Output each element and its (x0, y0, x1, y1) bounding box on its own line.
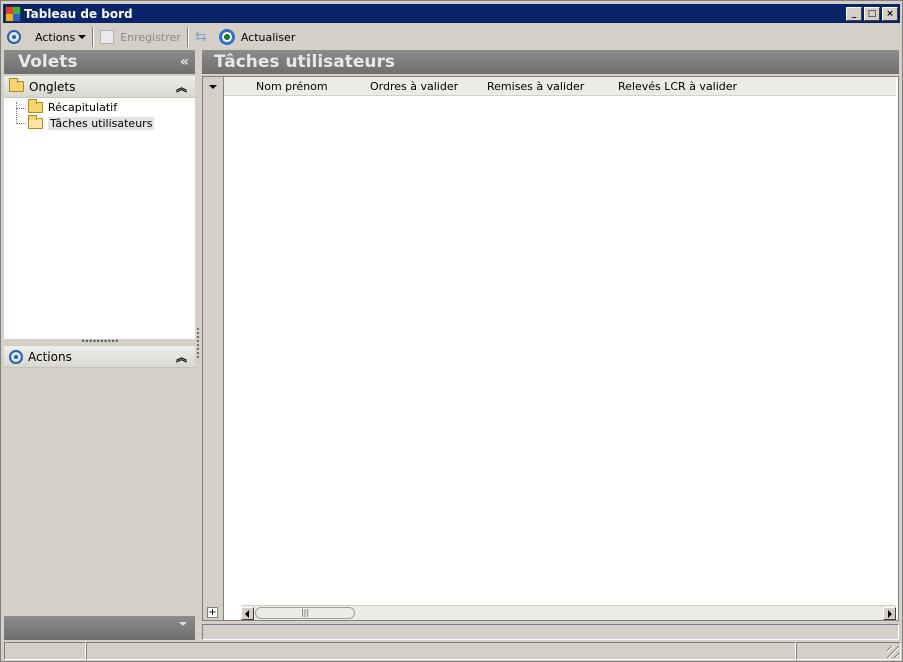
tabs-section-header[interactable]: Onglets ︽ (4, 76, 195, 98)
main-pane: Tâches utilisateurs + Nom prénom Ordres … (202, 50, 899, 640)
column-header-lcr-statements[interactable]: Relevés LCR à valider (618, 80, 737, 93)
tree-item-recapitulatif[interactable]: Récapitulatif (28, 99, 118, 115)
scroll-right-button[interactable] (883, 607, 896, 620)
refresh-button-label: Actualiser (240, 30, 296, 44)
main-pane-header: Tâches utilisateurs (202, 50, 899, 74)
tree-item-label: Récapitulatif (48, 101, 118, 114)
scroll-thumb[interactable]: ||| (255, 607, 355, 619)
window-title: Tableau de bord (24, 6, 133, 21)
main-pane-title: Tâches utilisateurs (214, 52, 396, 72)
column-chooser-icon[interactable] (209, 85, 217, 89)
refresh-button[interactable]: Actualiser (215, 26, 300, 48)
open-folder-icon (28, 115, 43, 129)
tree-item-taches-utilisateurs[interactable]: Tâches utilisateurs (28, 115, 155, 131)
splitter-grip (197, 328, 199, 358)
tabs-tree: Récapitulatif Tâches utilisateurs (4, 98, 195, 339)
scroll-left-button[interactable] (241, 607, 254, 620)
chevron-down-icon (179, 622, 187, 626)
actions-section-title: Actions (28, 349, 72, 364)
status-bar (4, 642, 901, 660)
chevron-down-icon (78, 35, 87, 39)
actions-menu-label: Actions (35, 30, 76, 44)
tree-line (16, 102, 17, 122)
title-bar[interactable]: Tableau de bord _ □ × (3, 4, 900, 23)
folder-icon (28, 99, 43, 113)
minimize-button[interactable]: _ (846, 6, 862, 21)
grid-row-gutter: + (203, 77, 224, 620)
resize-grip[interactable] (887, 646, 899, 658)
actions-section-header[interactable]: Actions ︽ (4, 346, 195, 368)
status-panel (796, 642, 901, 660)
tree-item-label: Tâches utilisateurs (48, 117, 155, 130)
actions-icon-button[interactable] (3, 26, 31, 48)
actions-menu-button[interactable]: Actions (31, 26, 90, 48)
close-button[interactable]: × (882, 6, 898, 21)
window-controls: _ □ × (846, 6, 898, 21)
left-pane-title: Volets (18, 52, 78, 72)
left-pane: Volets « Onglets ︽ Récapitulatif Tâches … (4, 50, 195, 640)
collapse-section-icon[interactable]: ︽ (176, 79, 187, 95)
column-header-name[interactable]: Nom prénom (256, 80, 328, 93)
app-icon (5, 5, 21, 22)
toolbar-separator (92, 27, 95, 47)
save-icon (100, 30, 115, 44)
status-panel (4, 642, 86, 660)
tabs-section-title: Onglets (29, 79, 76, 94)
save-button-label: Enregistrer (120, 30, 181, 44)
collapse-pane-button[interactable]: « (180, 54, 189, 70)
section-splitter[interactable]: •••••••••• (4, 338, 195, 346)
column-header-orders[interactable]: Ordres à valider (370, 80, 458, 93)
main-pane-footer (202, 624, 899, 640)
pane-footer[interactable] (4, 616, 195, 640)
status-panel (86, 642, 796, 660)
vertical-splitter[interactable] (195, 50, 201, 640)
toolbar-separator (186, 27, 189, 47)
left-pane-header: Volets « (4, 50, 195, 74)
horizontal-scrollbar[interactable]: ||| (241, 605, 896, 620)
column-header-remittances[interactable]: Remises à valider (487, 80, 584, 93)
target-icon (9, 349, 23, 364)
sync-icon: ⇆ (194, 29, 207, 45)
refresh-icon (218, 29, 235, 45)
toolbar: Actions Enregistrer ⇆ Actualiser (3, 25, 900, 49)
tree-line (16, 108, 26, 109)
folder-icon (9, 78, 24, 92)
expand-icon[interactable]: + (207, 607, 218, 618)
user-tasks-grid[interactable]: + Nom prénom Ordres à valider Remises à … (202, 76, 899, 621)
tree-line (16, 123, 26, 124)
target-icon (7, 30, 21, 44)
save-button[interactable]: Enregistrer (96, 26, 185, 48)
collapse-section-icon[interactable]: ︽ (176, 349, 187, 365)
grid-column-header: Nom prénom Ordres à valider Remises à va… (224, 77, 896, 96)
maximize-button[interactable]: □ (864, 6, 880, 21)
application-window: Tableau de bord _ □ × Actions Enregistre… (0, 0, 903, 662)
sync-button[interactable]: ⇆ (191, 26, 215, 48)
